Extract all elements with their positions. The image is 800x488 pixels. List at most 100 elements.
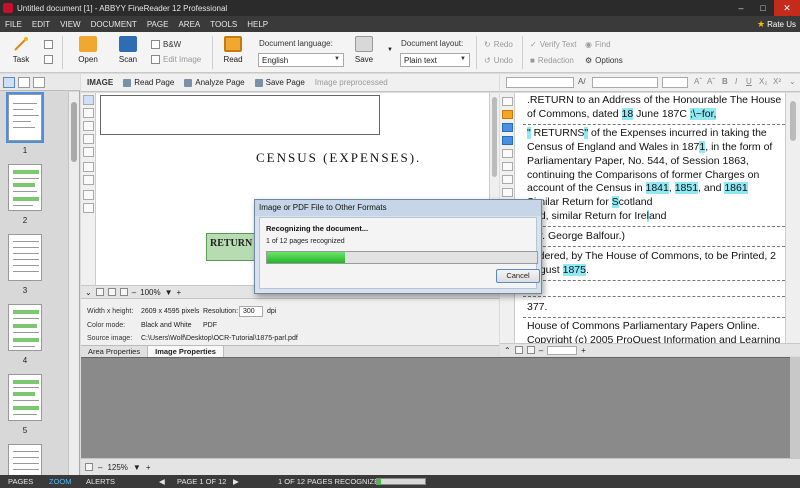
doc-layout-select[interactable]: Plain text ▼ bbox=[400, 53, 470, 67]
zoom-out-icon[interactable]: – bbox=[539, 346, 543, 355]
fit-width-icon[interactable] bbox=[514, 346, 523, 354]
tool-icon[interactable] bbox=[502, 162, 513, 171]
alerts-tab[interactable]: ALERTS bbox=[86, 477, 115, 486]
verify-highlight-icon[interactable] bbox=[502, 110, 513, 119]
show-formatting-icon[interactable] bbox=[502, 123, 513, 132]
select-text-area-icon[interactable] bbox=[83, 95, 94, 105]
edit-image-button[interactable]: Edit Image bbox=[151, 55, 201, 64]
details-view-icon[interactable] bbox=[18, 76, 30, 88]
find-button[interactable]: ◉ Find bbox=[585, 40, 611, 49]
fit-height-icon[interactable] bbox=[119, 288, 128, 296]
new-doc-icon[interactable] bbox=[44, 40, 53, 49]
redo-button[interactable]: ↻ Redo bbox=[484, 40, 513, 49]
page-thumbnail[interactable] bbox=[8, 164, 42, 211]
scan-button[interactable]: Scan bbox=[114, 32, 142, 64]
menu-edit[interactable]: EDIT bbox=[27, 20, 55, 29]
bold-icon[interactable]: B bbox=[722, 77, 728, 86]
pages-scrollbar[interactable] bbox=[68, 92, 79, 475]
shrink-font-icon[interactable]: Aˇ bbox=[707, 77, 715, 86]
underline-icon[interactable]: U bbox=[746, 77, 752, 86]
barcode-area-icon[interactable] bbox=[83, 147, 94, 157]
minimize-icon[interactable]: – bbox=[730, 0, 752, 16]
superscript-icon[interactable]: X² bbox=[773, 77, 781, 86]
scrollbar-thumb[interactable] bbox=[790, 101, 796, 141]
chevron-down-icon[interactable]: ⌄ bbox=[85, 288, 92, 297]
pages-tab[interactable]: PAGES bbox=[8, 477, 33, 486]
page-thumbnail[interactable] bbox=[8, 234, 42, 281]
zoom-in-icon[interactable]: + bbox=[177, 288, 182, 297]
font-select[interactable] bbox=[592, 77, 658, 88]
prev-page-icon[interactable]: ◀ bbox=[159, 477, 165, 486]
zoom-dropdown-icon[interactable]: ▼ bbox=[165, 288, 173, 297]
fit-page-icon[interactable] bbox=[526, 346, 535, 354]
text-zoom-select[interactable] bbox=[547, 345, 578, 355]
menu-file[interactable]: FILE bbox=[0, 20, 27, 29]
zoom-tab[interactable]: ZOOM bbox=[49, 477, 72, 486]
save-page-button[interactable]: Save Page bbox=[254, 78, 305, 87]
options-button[interactable]: ⚙ Options bbox=[585, 56, 623, 65]
menu-document[interactable]: DOCUMENT bbox=[86, 20, 142, 29]
menu-help[interactable]: HELP bbox=[242, 20, 273, 29]
recognized-text[interactable]: .RETURN to an Address of the Honourable … bbox=[515, 93, 785, 343]
menu-area[interactable]: AREA bbox=[173, 20, 205, 29]
fit-page-icon[interactable] bbox=[95, 288, 104, 296]
pointer-icon[interactable] bbox=[83, 190, 94, 200]
menu-view[interactable]: VIEW bbox=[55, 20, 85, 29]
open-button[interactable]: Open bbox=[74, 32, 102, 64]
menu-tools[interactable]: TOOLS bbox=[205, 20, 242, 29]
add-area-icon[interactable] bbox=[83, 162, 94, 172]
background-picture-icon[interactable] bbox=[83, 121, 94, 131]
bw-button[interactable]: B&W bbox=[151, 40, 181, 49]
task-button[interactable]: Task bbox=[8, 32, 34, 64]
save-dropdown-icon[interactable]: ▼ bbox=[387, 47, 393, 53]
page-thumbnail[interactable] bbox=[8, 444, 42, 475]
fit-width-icon[interactable] bbox=[107, 288, 116, 296]
zoom-pane-scrollbar[interactable] bbox=[790, 357, 800, 458]
hand-icon[interactable] bbox=[83, 203, 94, 213]
image-zoom-value[interactable]: 100% bbox=[140, 288, 160, 297]
zoom-out-icon[interactable]: – bbox=[132, 288, 136, 297]
text-scrollbar[interactable] bbox=[785, 93, 800, 343]
tab-area-properties[interactable]: Area Properties bbox=[81, 346, 147, 357]
save-button[interactable]: Save bbox=[352, 32, 376, 64]
cancel-button[interactable]: Cancel bbox=[496, 269, 540, 283]
zoom-dropdown-icon[interactable]: ▼ bbox=[133, 463, 141, 472]
undo-button[interactable]: ↺ Undo bbox=[484, 56, 513, 65]
tool-icon[interactable] bbox=[502, 175, 513, 184]
zoom-out-icon[interactable]: – bbox=[98, 463, 102, 472]
scrollbar-thumb[interactable] bbox=[71, 102, 77, 162]
zoom-in-icon[interactable]: + bbox=[146, 463, 151, 472]
chevron-down-icon[interactable]: ⌄ bbox=[789, 77, 796, 86]
order-areas-icon[interactable] bbox=[83, 175, 94, 185]
fit-width-icon[interactable] bbox=[502, 136, 513, 145]
tool-icon[interactable] bbox=[502, 149, 513, 158]
subscript-icon[interactable]: X₂ bbox=[759, 77, 767, 86]
resolution-input[interactable]: 300 bbox=[239, 306, 263, 317]
page-thumbnail[interactable] bbox=[8, 304, 42, 351]
scrollbar-thumb[interactable] bbox=[492, 97, 497, 177]
zoom-fit-icon[interactable] bbox=[85, 463, 93, 471]
page-properties-icon[interactable] bbox=[33, 76, 45, 88]
page-thumbnail[interactable] bbox=[8, 374, 42, 421]
tab-image-properties[interactable]: Image Properties bbox=[147, 346, 224, 357]
analyze-page-button[interactable]: Analyze Page bbox=[184, 78, 245, 87]
menu-page[interactable]: PAGE bbox=[142, 20, 174, 29]
font-size-select[interactable] bbox=[662, 77, 688, 88]
table-area-icon[interactable] bbox=[83, 134, 94, 144]
read-page-button[interactable]: Read Page bbox=[123, 78, 174, 87]
thumbnails-view-icon[interactable] bbox=[3, 76, 15, 88]
redaction-button[interactable]: ■ Redaction bbox=[530, 56, 574, 65]
style-select[interactable] bbox=[506, 77, 574, 88]
text-menu-icon[interactable] bbox=[502, 97, 513, 106]
collapse-icon[interactable]: ⌃ bbox=[504, 346, 511, 355]
recent-icon[interactable] bbox=[44, 55, 53, 64]
verify-text-button[interactable]: ✓ Verify Text bbox=[530, 40, 576, 49]
zoom-pane-value[interactable]: 125% bbox=[107, 463, 127, 472]
grow-font-icon[interactable]: Aˆ bbox=[694, 77, 702, 86]
read-button[interactable]: Read bbox=[220, 32, 246, 64]
picture-area-icon[interactable] bbox=[83, 108, 94, 118]
next-page-icon[interactable]: ▶ bbox=[233, 477, 239, 486]
zoom-in-icon[interactable]: + bbox=[581, 346, 586, 355]
page-thumbnail[interactable] bbox=[6, 92, 44, 143]
doc-language-select[interactable]: English ▼ bbox=[258, 53, 344, 67]
